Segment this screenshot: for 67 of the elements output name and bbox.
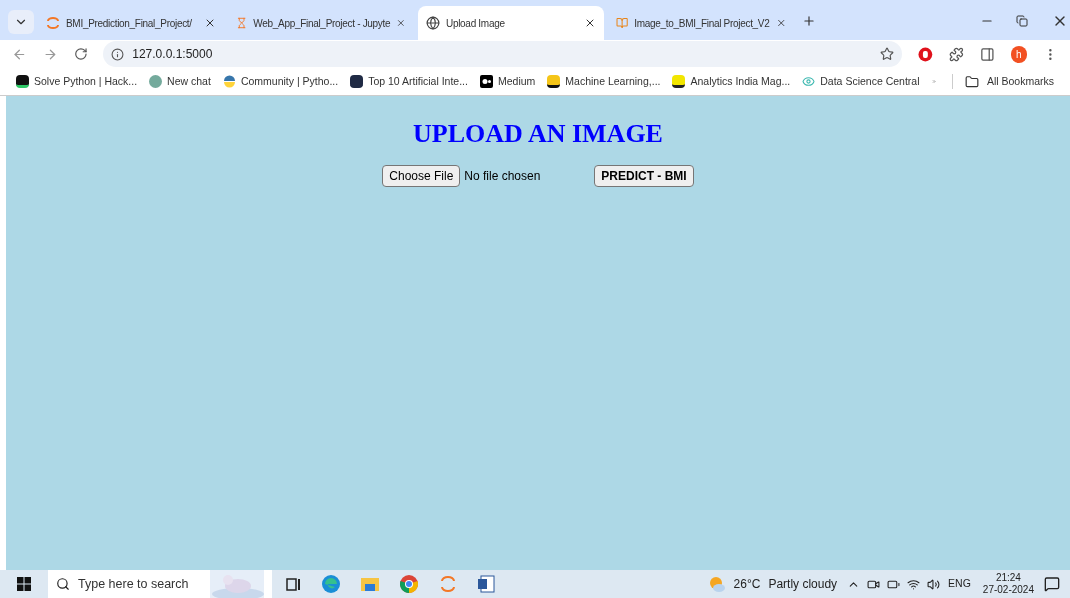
task-view-icon[interactable] <box>286 577 301 591</box>
choose-file-button[interactable]: Choose File <box>382 165 461 187</box>
chat-icon <box>149 75 163 88</box>
predict-button[interactable]: PREDICT - BMI <box>594 165 694 187</box>
restore-icon[interactable] <box>1016 15 1028 27</box>
clock[interactable]: 21:24 27-02-2024 <box>982 572 1034 596</box>
start-icon[interactable] <box>17 577 31 591</box>
folder-icon[interactable] <box>361 576 379 592</box>
hourglass-icon <box>236 16 248 30</box>
bookmark[interactable]: Data Science Central <box>802 73 920 90</box>
close-icon[interactable] <box>204 17 216 29</box>
page-heading: UPLOAD AN IMAGE <box>413 118 663 150</box>
bookmark[interactable]: Community | Pytho... <box>222 73 339 90</box>
bookmark-label: Solve Python | Hack... <box>34 73 138 89</box>
bookmark-label: Medium <box>497 73 536 89</box>
bookmark[interactable]: Analytics India Mag... <box>672 73 791 90</box>
weather-text: Partly cloudy <box>768 576 838 593</box>
edge-icon[interactable] <box>321 574 341 594</box>
bookmark-label: Data Science Central <box>820 73 920 89</box>
address-bar[interactable]: 127.0.0.1:5000 <box>103 41 903 67</box>
tab-title: Upload Image <box>446 16 506 31</box>
python-icon <box>222 75 236 88</box>
book-icon <box>616 16 629 30</box>
star-icon[interactable] <box>880 47 895 61</box>
tab-title: Web_App_Final_Project - Jupyte <box>253 16 391 31</box>
bookmark-label: Top 10 Artificial Inte... <box>368 73 468 89</box>
eye-icon <box>802 75 816 88</box>
bookmark-label: Machine Learning,... <box>565 73 661 89</box>
browser-tab[interactable]: Web_App_Final_Project - Jupyte <box>228 6 414 40</box>
volume-icon[interactable] <box>927 577 941 591</box>
side-panel-icon[interactable] <box>979 46 995 62</box>
browser-tab[interactable]: Image_to_BMI_Final Project_V2 <box>608 6 794 40</box>
weather-temp: 26°C <box>733 576 761 593</box>
bookmark[interactable]: Solve Python | Hack... <box>16 73 138 90</box>
bookmark-label: Analytics India Mag... <box>690 73 791 89</box>
globe-icon <box>426 16 440 30</box>
folder-icon <box>964 74 979 89</box>
bookmark-label: Community | Pytho... <box>240 73 339 89</box>
reload-icon[interactable] <box>73 47 88 61</box>
close-icon[interactable] <box>584 17 596 29</box>
bookmark[interactable]: Machine Learning,... <box>547 73 661 90</box>
info-icon[interactable] <box>111 47 125 61</box>
ring-icon <box>46 16 60 30</box>
stop-sign-icon[interactable] <box>918 46 933 62</box>
file-status: No file chosen <box>464 168 542 185</box>
document-icon[interactable] <box>477 575 495 593</box>
chrome-icon[interactable] <box>399 574 419 594</box>
tab-title: Image_to_BMI_Final Project_V2 <box>634 16 770 31</box>
language-indicator[interactable]: ENG <box>948 576 971 592</box>
taskbar-search[interactable]: Type here to search <box>48 570 272 598</box>
dots-icon <box>479 75 493 88</box>
bookmark[interactable]: New chat <box>149 73 211 90</box>
tab-search-button[interactable] <box>8 10 34 34</box>
browser-tab[interactable]: BMI_Prediction_Final_Project/ <box>38 6 224 40</box>
search-icon <box>56 577 70 591</box>
address-text: 127.0.0.1:5000 <box>132 46 214 63</box>
browser-tab[interactable]: Upload Image <box>418 6 604 40</box>
bookmark[interactable]: Medium <box>479 73 536 90</box>
all-bookmarks-button[interactable]: All Bookmarks <box>951 73 1054 90</box>
tab-title: BMI_Prediction_Final_Project/ <box>66 16 193 31</box>
new-tab-icon[interactable] <box>802 14 816 28</box>
bookmark-label: New chat <box>167 73 211 89</box>
wifi-icon[interactable] <box>907 577 921 591</box>
notification-icon[interactable] <box>1044 576 1060 592</box>
profile-avatar[interactable]: h <box>1010 45 1028 63</box>
puzzle-icon[interactable] <box>949 46 964 62</box>
bookmark[interactable]: Top 10 Artificial Inte... <box>350 73 468 90</box>
